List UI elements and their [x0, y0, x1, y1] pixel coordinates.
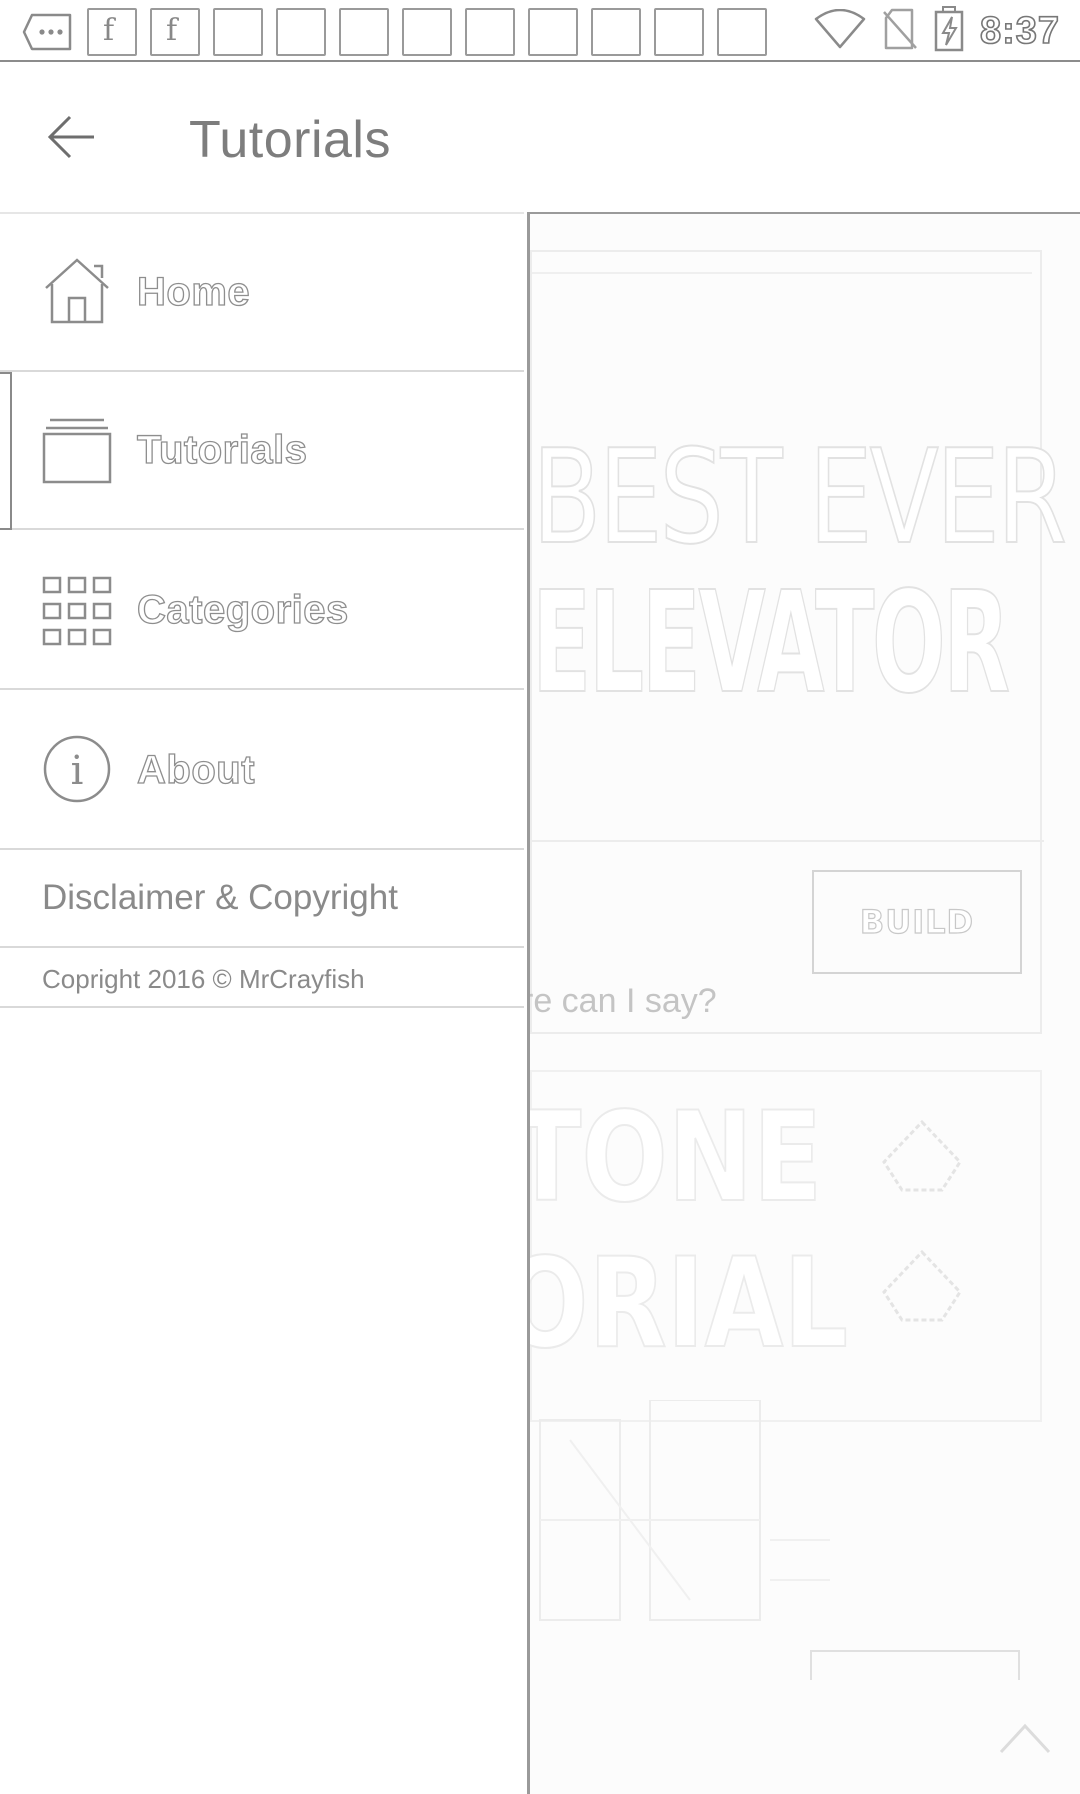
no-sim-icon [882, 8, 918, 55]
tutorial-thumbnail: BEST EVER ELEVATOR [531, 272, 1068, 812]
info-icon: i [42, 734, 112, 804]
tutorial-description: re can I say? [527, 982, 717, 1020]
nav-item-label: Categories [136, 587, 349, 632]
copyright-text: Copright 2016 © MrCrayfish [42, 964, 365, 994]
clock: 8:37 [979, 9, 1060, 53]
nav-item-tutorials[interactable]: Tutorials [0, 370, 524, 530]
notification-placeholder-icon [591, 8, 641, 56]
notification-placeholder-icon [402, 8, 452, 56]
card-divider [532, 840, 1044, 842]
status-bar: f f 8:37 [0, 0, 1080, 62]
copyright-footer: Copright 2016 © MrCrayfish [0, 948, 524, 1008]
notification-placeholder-icon [654, 8, 704, 56]
thumbnail-title-line1: BEST EVER [531, 421, 1068, 573]
wifi-icon [814, 8, 866, 54]
nav-item-home[interactable]: Home [0, 212, 524, 372]
nav-item-label: Tutorials [136, 427, 308, 472]
scroll-up-button[interactable] [995, 1712, 1055, 1762]
facebook-icon: f [150, 8, 200, 56]
redstone-build-illustration [539, 1400, 830, 1621]
thumbnail-title-line2: ORIAL [527, 1232, 849, 1376]
app-toolbar: Tutorials [0, 64, 1080, 212]
notification-placeholder-icon [528, 8, 578, 56]
notification-placeholder-icon [213, 8, 263, 56]
grid-icon [42, 576, 112, 646]
diamond-pixel-icon [882, 1119, 962, 1322]
chat-bubble-icon [22, 12, 74, 52]
nav-item-label: About [136, 747, 256, 792]
facebook-icon: f [87, 8, 137, 56]
tutorials-icon [42, 416, 112, 486]
active-indicator [0, 372, 12, 530]
nav-item-label: Home [136, 269, 251, 314]
svg-text:i: i [71, 748, 84, 794]
notification-placeholder-icon [717, 8, 767, 56]
notification-placeholder-icon [465, 8, 515, 56]
tutorial-list: BEST EVER ELEVATOR BUILD re can I say? T… [527, 212, 1080, 1794]
tutorial-card[interactable]: BEST EVER ELEVATOR BUILD re can I say? [527, 250, 1068, 1034]
thumbnail-title-line2: ELEVATOR [531, 562, 1010, 725]
notification-placeholder-icon [339, 8, 389, 56]
back-button[interactable] [40, 104, 106, 170]
thumbnail-title-line1: TONE [527, 1086, 823, 1230]
notification-placeholder-icon [276, 8, 326, 56]
page-title: Tutorials [189, 111, 391, 169]
home-icon [42, 256, 112, 326]
battery-charging-icon [934, 5, 964, 57]
tutorial-card[interactable] [810, 1650, 1020, 1680]
nav-item-categories[interactable]: Categories [0, 530, 524, 690]
build-button[interactable]: BUILD [812, 870, 1022, 974]
navigation-drawer: Home Tutorials Categories i About Discla… [0, 212, 524, 1794]
notification-icons: f f [22, 8, 767, 56]
disclaimer-link[interactable]: Disclaimer & Copyright [0, 852, 524, 948]
disclaimer-label: Disclaimer & Copyright [42, 878, 398, 917]
chevron-up-icon [999, 1723, 1051, 1754]
arrow-back-icon [47, 115, 94, 159]
tutorial-card[interactable]: TONE ORIAL [530, 1070, 1042, 1422]
nav-item-about[interactable]: i About [0, 690, 524, 850]
system-icons: 8:37 [814, 5, 1060, 57]
